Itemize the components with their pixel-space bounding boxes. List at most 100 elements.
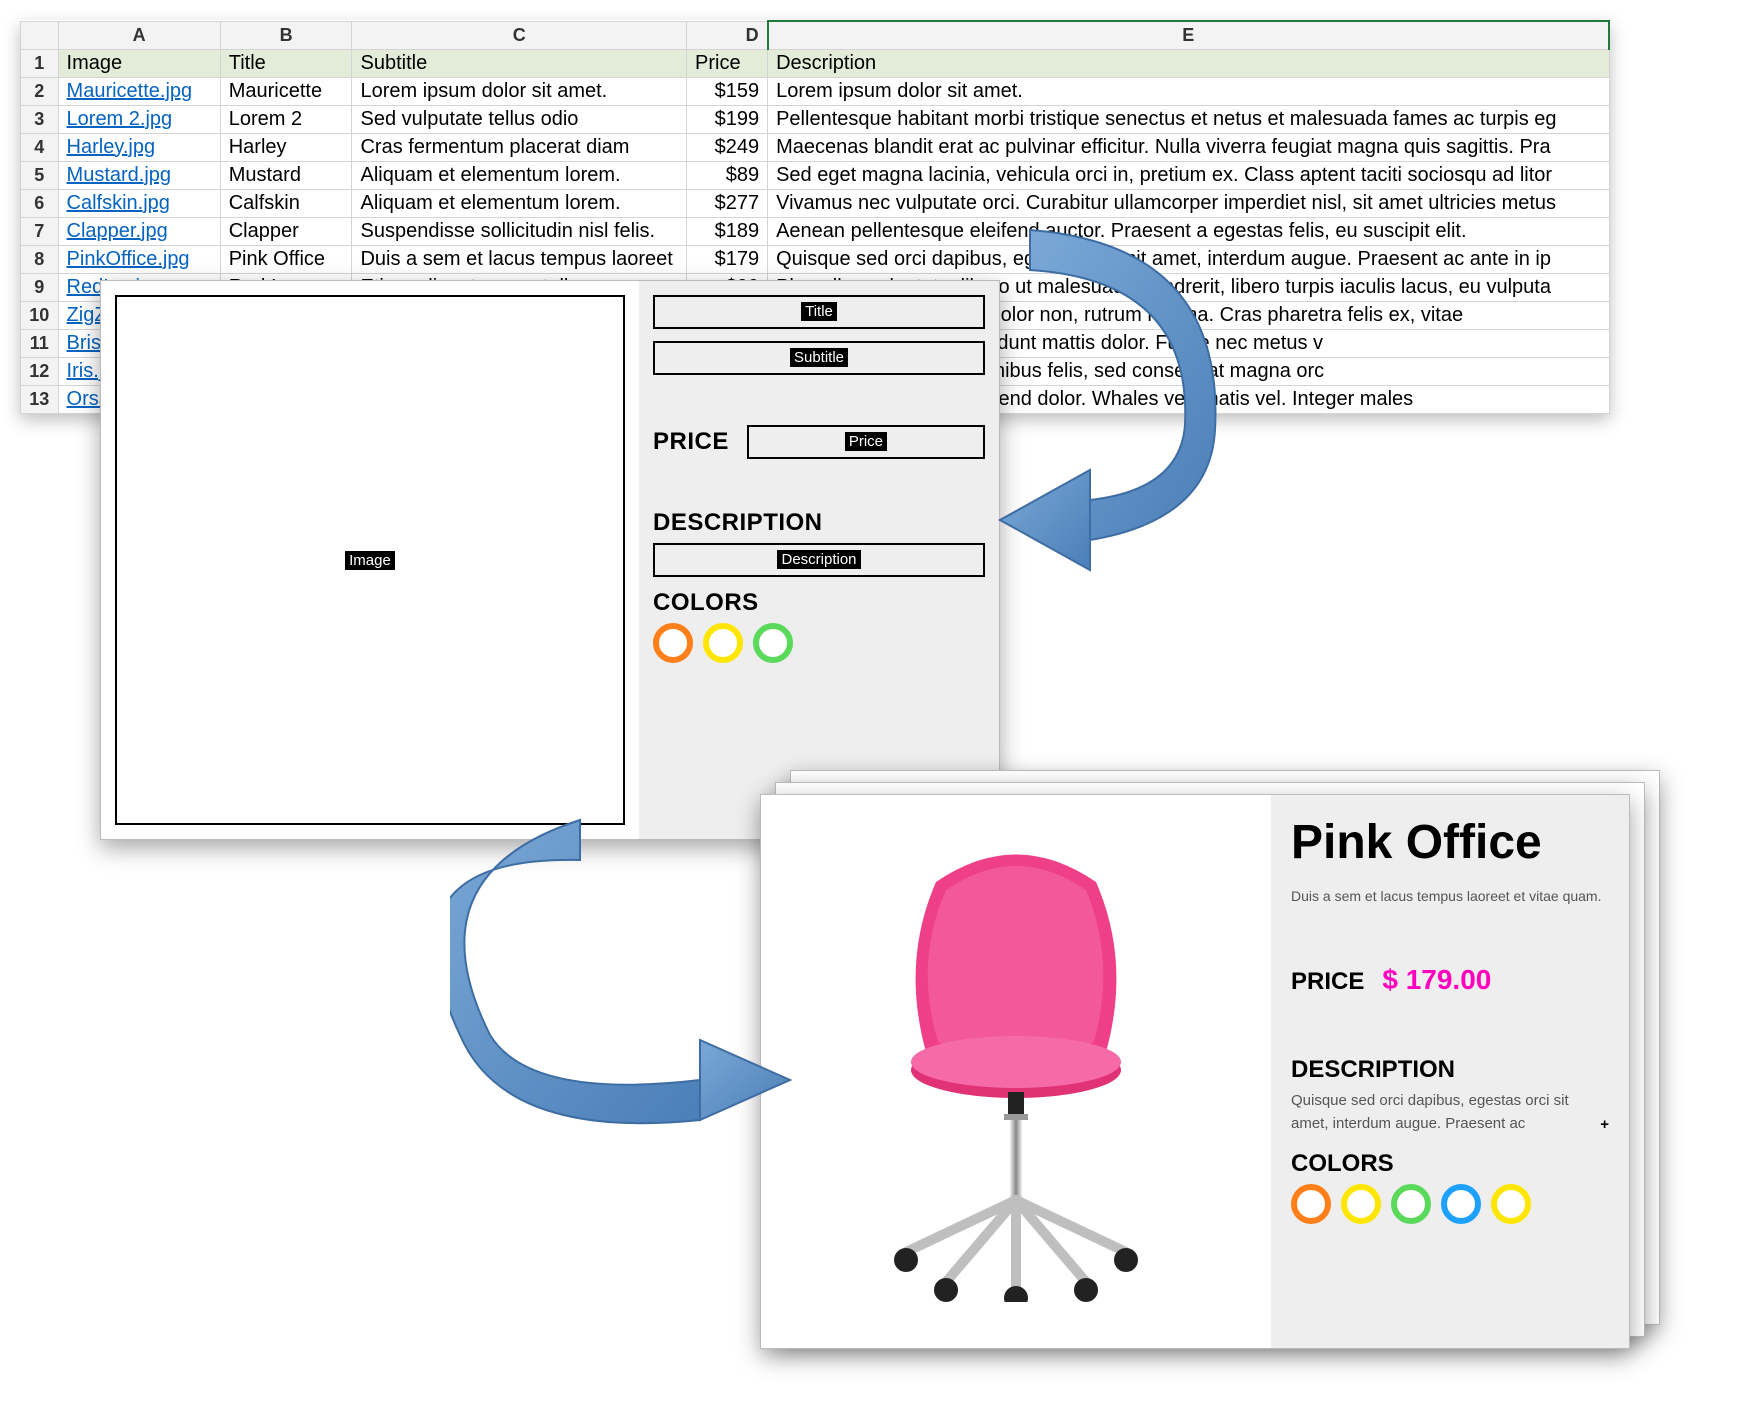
image-link[interactable]: PinkOffice.jpg (67, 248, 190, 270)
label-price: PRICE (653, 428, 729, 456)
row-header[interactable]: 4 (21, 133, 59, 161)
output-card-stack: Pink Office Duis a sem et lacus tempus l… (760, 770, 1660, 1350)
row-header[interactable]: 12 (21, 357, 59, 385)
template-swatches (653, 623, 985, 663)
header-subtitle[interactable]: Subtitle (352, 49, 687, 77)
cell-subtitle[interactable]: Suspendisse sollicitudin nisl felis. (352, 217, 687, 245)
cell-subtitle[interactable]: Duis a sem et lacus tempus laoreet (352, 245, 687, 273)
row-header[interactable]: 5 (21, 161, 59, 189)
cell-price[interactable]: $89 (687, 161, 768, 189)
col-header-D[interactable]: D (687, 21, 768, 49)
header-description[interactable]: Description (768, 49, 1609, 77)
color-swatch[interactable] (653, 623, 693, 663)
cell-title[interactable]: Harley (220, 133, 352, 161)
cell-title[interactable]: Calfskin (220, 189, 352, 217)
cell-price[interactable]: $189 (687, 217, 768, 245)
cell-price[interactable]: $179 (687, 245, 768, 273)
row-header[interactable]: 7 (21, 217, 59, 245)
row-header[interactable]: 11 (21, 329, 59, 357)
row-header[interactable]: 13 (21, 385, 59, 413)
image-link[interactable]: Clapper.jpg (67, 220, 168, 242)
template-subtitle-field: Subtitle (653, 341, 985, 375)
out-label-price: PRICE (1291, 968, 1364, 996)
row-header[interactable]: 3 (21, 105, 59, 133)
template-image-slot: Image (115, 295, 625, 825)
row-header[interactable]: 9 (21, 273, 59, 301)
arrow-sheet-to-template (970, 210, 1240, 630)
image-link[interactable]: Iris.j (67, 360, 104, 382)
cell-price[interactable]: $159 (687, 77, 768, 105)
product-description: Quisque sed orci dapibus, egestas orci s… (1291, 1090, 1609, 1136)
row-header-1[interactable]: 1 (21, 49, 59, 77)
table-row[interactable]: 8 PinkOffice.jpg Pink OfficeDuis a sem et … (21, 245, 1610, 273)
row-header[interactable]: 6 (21, 189, 59, 217)
image-link[interactable]: Calfskin.jpg (67, 192, 170, 214)
cell-subtitle[interactable]: Aliquam et elementum lorem. (352, 161, 687, 189)
row-header[interactable]: 8 (21, 245, 59, 273)
header-title[interactable]: Title (220, 49, 352, 77)
table-row[interactable]: 4 Harley.jpg HarleyCras fermentum placerat… (21, 133, 1610, 161)
cell-image[interactable]: Calfskin.jpg (58, 189, 220, 217)
table-row[interactable]: 2Mauricette.jpgMauricetteLorem ipsum dol… (21, 77, 1610, 105)
cell-image[interactable]: Mustard.jpg (58, 161, 220, 189)
out-label-colors: COLORS (1291, 1150, 1609, 1178)
table-row[interactable]: 3 Lorem 2.jpg Lorem 2Sed vulputate tellus … (21, 105, 1610, 133)
cell-title[interactable]: Lorem 2 (220, 105, 352, 133)
placeholder-price: Price (845, 432, 887, 451)
out-label-description: DESCRIPTION (1291, 1056, 1609, 1084)
table-row[interactable]: 7 Clapper.jpg Clapper Suspendisse sollicit… (21, 217, 1610, 245)
cell-price[interactable]: $199 (687, 105, 768, 133)
template-price-field: Price (747, 425, 985, 459)
cell-image[interactable]: Lorem 2.jpg (58, 105, 220, 133)
template-card: Image Title Subtitle PRICE Price DESCRIP… (100, 280, 1000, 840)
cell-price[interactable]: $277 (687, 189, 768, 217)
output-swatches (1291, 1184, 1609, 1224)
image-link[interactable]: Mauricette.jpg (67, 80, 193, 102)
corner-cell[interactable] (21, 21, 59, 49)
color-swatch[interactable] (1441, 1184, 1481, 1224)
row-header[interactable]: 2 (21, 77, 59, 105)
cell-subtitle[interactable]: Lorem ipsum dolor sit amet. (352, 77, 687, 105)
col-header-E[interactable]: E (768, 21, 1609, 49)
template-title-field: Title (653, 295, 985, 329)
output-card: Pink Office Duis a sem et lacus tempus l… (760, 794, 1630, 1349)
cell-image[interactable]: Mauricette.jpg (58, 77, 220, 105)
color-swatch[interactable] (1341, 1184, 1381, 1224)
table-row[interactable]: 6 Calfskin.jpg CalfskinAliquam et elementu… (21, 189, 1610, 217)
cell-image[interactable]: PinkOffice.jpg (58, 245, 220, 273)
chair-illustration (836, 842, 1196, 1302)
row-header[interactable]: 10 (21, 301, 59, 329)
cell-description[interactable]: Maecenas blandit erat ac pulvinar effici… (768, 133, 1609, 161)
cell-title[interactable]: Clapper (220, 217, 352, 245)
cell-description[interactable]: Sed eget magna lacinia, vehicula orci in… (768, 161, 1609, 189)
col-header-B[interactable]: B (220, 21, 352, 49)
product-title: Pink Office (1291, 815, 1609, 870)
table-row[interactable]: 5 Mustard.jpg MustardAliquam et elementum … (21, 161, 1610, 189)
color-swatch[interactable] (753, 623, 793, 663)
image-link[interactable]: Lorem 2.jpg (67, 108, 173, 130)
color-swatch[interactable] (1291, 1184, 1331, 1224)
placeholder-subtitle: Subtitle (790, 348, 848, 367)
color-swatch[interactable] (1391, 1184, 1431, 1224)
cell-title[interactable]: Mustard (220, 161, 352, 189)
cell-image[interactable]: Clapper.jpg (58, 217, 220, 245)
cell-subtitle[interactable]: Cras fermentum placerat diam (352, 133, 687, 161)
image-link[interactable]: Mustard.jpg (67, 164, 172, 186)
cell-description[interactable]: Pellentesque habitant morbi tristique se… (768, 105, 1609, 133)
cell-title[interactable]: Pink Office (220, 245, 352, 273)
cell-title[interactable]: Mauricette (220, 77, 352, 105)
header-image[interactable]: Image (58, 49, 220, 77)
header-price[interactable]: Price (687, 49, 768, 77)
cell-price[interactable]: $249 (687, 133, 768, 161)
cell-image[interactable]: Harley.jpg (58, 133, 220, 161)
color-swatch[interactable] (1491, 1184, 1531, 1224)
cell-description[interactable]: Lorem ipsum dolor sit amet. (768, 77, 1609, 105)
product-image (761, 795, 1271, 1348)
col-header-A[interactable]: A (58, 21, 220, 49)
color-swatch[interactable] (703, 623, 743, 663)
col-header-C[interactable]: C (352, 21, 687, 49)
cell-subtitle[interactable]: Aliquam et elementum lorem. (352, 189, 687, 217)
cell-subtitle[interactable]: Sed vulputate tellus odio (352, 105, 687, 133)
image-link[interactable]: Harley.jpg (67, 136, 156, 158)
placeholder-title: Title (801, 302, 837, 321)
